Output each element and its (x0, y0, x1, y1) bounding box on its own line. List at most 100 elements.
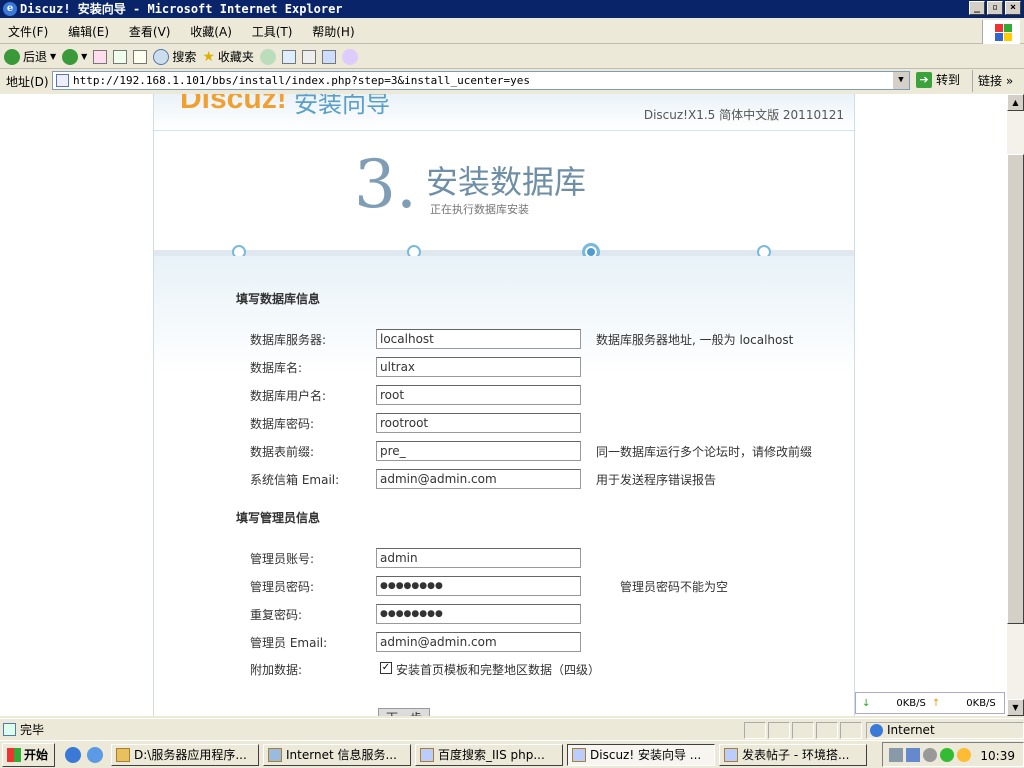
tray-icon-4[interactable] (940, 747, 954, 762)
admin-email-label: 管理员 Email: (250, 636, 328, 650)
address-dropdown[interactable]: ▼ (893, 72, 909, 89)
favorites-button[interactable]: ★ 收藏夹 (202, 48, 254, 65)
status-bar: 完毕 Internet (0, 718, 1024, 740)
task-iis-label: Internet 信息服务... (286, 747, 397, 762)
refresh-icon[interactable] (113, 49, 128, 64)
stop-icon[interactable] (93, 49, 108, 64)
admin-account-input[interactable]: admin (376, 548, 581, 568)
search-button[interactable]: 搜索 (153, 48, 196, 65)
repeat-password-input[interactable]: ●●●●●●●● (376, 604, 581, 624)
menu-favorites[interactable]: 收藏(A) (182, 20, 240, 44)
menu-help[interactable]: 帮助(H) (304, 20, 362, 44)
tray-icon-1[interactable] (889, 747, 903, 762)
task-baidu-label: 百度搜索_IIS php... (438, 747, 545, 762)
status-cells (744, 722, 862, 739)
vertical-scrollbar[interactable]: ▲ ▼ (1007, 94, 1024, 716)
back-label: 后退 (23, 50, 48, 64)
quick-launch (65, 746, 104, 763)
db-password-label: 数据库密码: (250, 417, 315, 431)
ie-quicklaunch-icon-2[interactable] (87, 746, 104, 763)
admin-section-title: 填写管理员信息 (236, 511, 321, 525)
extra-data-checkbox[interactable]: ✓ (380, 662, 392, 674)
task-iis[interactable]: Internet 信息服务... (263, 743, 412, 766)
db-server-input[interactable]: localhost (376, 329, 581, 349)
folder-icon (116, 747, 131, 762)
links-toolbar[interactable]: 链接 » (972, 70, 1013, 92)
tray-icon-3[interactable] (923, 747, 937, 762)
forward-arrow-icon (62, 48, 79, 65)
scroll-up-arrow[interactable]: ▲ (1007, 94, 1024, 111)
db-password-row: 数据库密码: rootroot (250, 413, 850, 433)
back-button[interactable]: 后退 ▼ (4, 48, 56, 65)
address-input[interactable]: http://192.168.1.101/bbs/install/index.p… (52, 71, 910, 90)
windows-logo-icon (982, 20, 1020, 44)
next-step-button[interactable]: 下一步 (378, 708, 430, 716)
iis-icon (268, 747, 283, 762)
tray-icon-2[interactable] (906, 747, 920, 762)
task-post[interactable]: 发表帖子 - 环境搭... (719, 743, 868, 766)
page-viewport: Discuz! 安装向导 Discuz!X1.5 简体中文版 20110121 … (0, 94, 1007, 716)
task-discuz-label: Discuz! 安装向导 ... (590, 747, 702, 762)
menu-view[interactable]: 查看(V) (121, 20, 179, 44)
db-name-input[interactable]: ultrax (376, 357, 581, 377)
zone-label: Internet (887, 723, 935, 737)
task-discuz[interactable]: Discuz! 安装向导 ... (567, 743, 716, 766)
install-page: Discuz! 安装向导 Discuz!X1.5 简体中文版 20110121 … (153, 94, 855, 716)
windows-flag-icon (7, 747, 21, 762)
admin-password-hint: 管理员密码不能为空 (620, 580, 729, 594)
table-prefix-input[interactable]: pre_ (376, 441, 581, 461)
mail-icon[interactable] (281, 49, 296, 64)
admin-email-input[interactable]: admin@admin.com (376, 632, 581, 652)
menu-file[interactable]: 文件(F) (0, 20, 56, 44)
menu-edit[interactable]: 编辑(E) (60, 20, 117, 44)
task-explorer[interactable]: D:\服务器应用程序... (111, 743, 260, 766)
maximize-button[interactable]: ▫ (987, 1, 1003, 15)
system-tray: 10:39 (882, 742, 1024, 767)
table-prefix-row: 数据表前缀: pre_ 同一数据库运行多个论坛时，请修改前缀 (250, 441, 850, 461)
system-email-input[interactable]: admin@admin.com (376, 469, 581, 489)
start-button[interactable]: 开始 (2, 742, 56, 767)
start-label: 开始 (24, 748, 49, 762)
ie-page-icon (420, 747, 435, 762)
address-label: 地址(D) (6, 74, 49, 89)
edit-icon[interactable] (321, 49, 336, 64)
go-button[interactable]: ➔ 转到 (916, 71, 960, 88)
scroll-down-arrow[interactable]: ▼ (1007, 699, 1024, 716)
version-text: Discuz!X1.5 简体中文版 20110121 (643, 108, 844, 122)
ie-window: e Discuz! 安装向导 - Microsoft Internet Expl… (0, 0, 1024, 768)
scroll-thumb[interactable] (1007, 154, 1024, 624)
repeat-password-row: 重复密码: ●●●●●●●● (250, 604, 850, 624)
db-name-label: 数据库名: (250, 361, 303, 375)
extra-data-checkbox-label: 安装首页模板和完整地区数据（四级） (396, 663, 601, 677)
ie-page-icon-3 (724, 747, 739, 762)
menu-tools[interactable]: 工具(T) (244, 20, 301, 44)
history-icon[interactable] (259, 48, 276, 65)
minimize-button[interactable]: _ (969, 1, 985, 15)
go-arrow-icon: ➔ (916, 71, 932, 88)
ie-quicklaunch-icon[interactable] (65, 746, 82, 763)
db-user-input[interactable]: root (376, 385, 581, 405)
db-password-input[interactable]: rootroot (376, 413, 581, 433)
close-button[interactable]: × (1005, 1, 1021, 15)
extra-data-row: 附加数据: ✓ 安装首页模板和完整地区数据（四级） (250, 659, 850, 679)
forward-button[interactable]: ▼ (62, 48, 87, 65)
admin-password-row: 管理员密码: ●●●●●●●● 管理员密码不能为空 (250, 576, 850, 596)
table-prefix-hint: 同一数据库运行多个论坛时，请修改前缀 (596, 445, 813, 459)
task-post-label: 发表帖子 - 环境搭... (742, 747, 850, 762)
admin-password-label: 管理员密码: (250, 580, 315, 594)
page-done-icon (3, 723, 16, 736)
print-icon[interactable] (301, 49, 316, 64)
clock: 10:39 (980, 749, 1015, 763)
tray-icon-5[interactable] (957, 747, 971, 762)
install-header: Discuz! 安装向导 Discuz!X1.5 简体中文版 20110121 (154, 94, 854, 130)
search-label: 搜索 (172, 50, 197, 64)
system-email-hint: 用于发送程序错误报告 (596, 473, 717, 487)
db-section-title: 填写数据库信息 (236, 292, 321, 306)
discuz-logo: Discuz! (180, 94, 287, 115)
task-baidu[interactable]: 百度搜索_IIS php... (415, 743, 564, 766)
favorites-label: 收藏夹 (217, 50, 254, 64)
db-server-label: 数据库服务器: (250, 333, 327, 347)
home-icon[interactable] (133, 49, 148, 64)
admin-password-input[interactable]: ●●●●●●●● (376, 576, 581, 596)
messenger-icon[interactable] (341, 48, 358, 65)
